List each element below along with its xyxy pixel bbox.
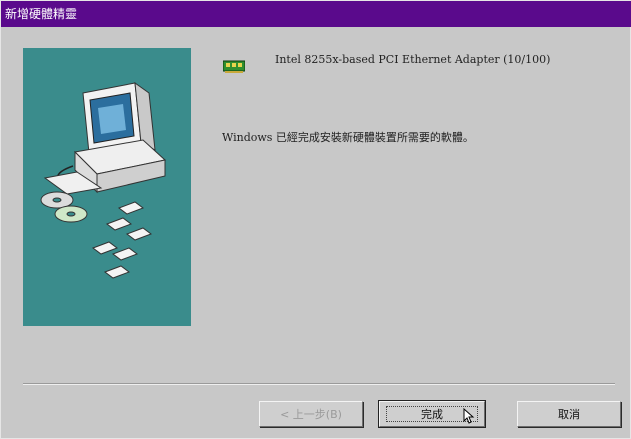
back-button[interactable]: < 上一步(B) xyxy=(259,401,363,427)
device-name: Intel 8255x-based PCI Ethernet Adapter (… xyxy=(275,53,551,66)
install-complete-message: Windows 已經完成安裝新硬體裝置所需要的軟體。 xyxy=(222,131,474,144)
cancel-button[interactable]: 取消 xyxy=(517,401,621,427)
button-separator xyxy=(23,383,615,385)
network-card-icon xyxy=(223,60,245,73)
wizard-illustration xyxy=(23,48,191,326)
computer-and-disks-icon xyxy=(40,81,167,279)
back-button-label: < 上一步(B) xyxy=(280,408,342,421)
hardware-wizard-dialog: 新增硬體精靈 Intel 8255x-based PCI Ethernet Ad… xyxy=(0,0,631,439)
mouse-pointer-icon xyxy=(463,408,475,424)
finish-button[interactable]: 完成 xyxy=(378,400,486,428)
window-title: 新增硬體精靈 xyxy=(5,7,78,21)
cancel-button-label: 取消 xyxy=(558,408,580,421)
window-titlebar[interactable]: 新增硬體精靈 xyxy=(1,1,631,27)
